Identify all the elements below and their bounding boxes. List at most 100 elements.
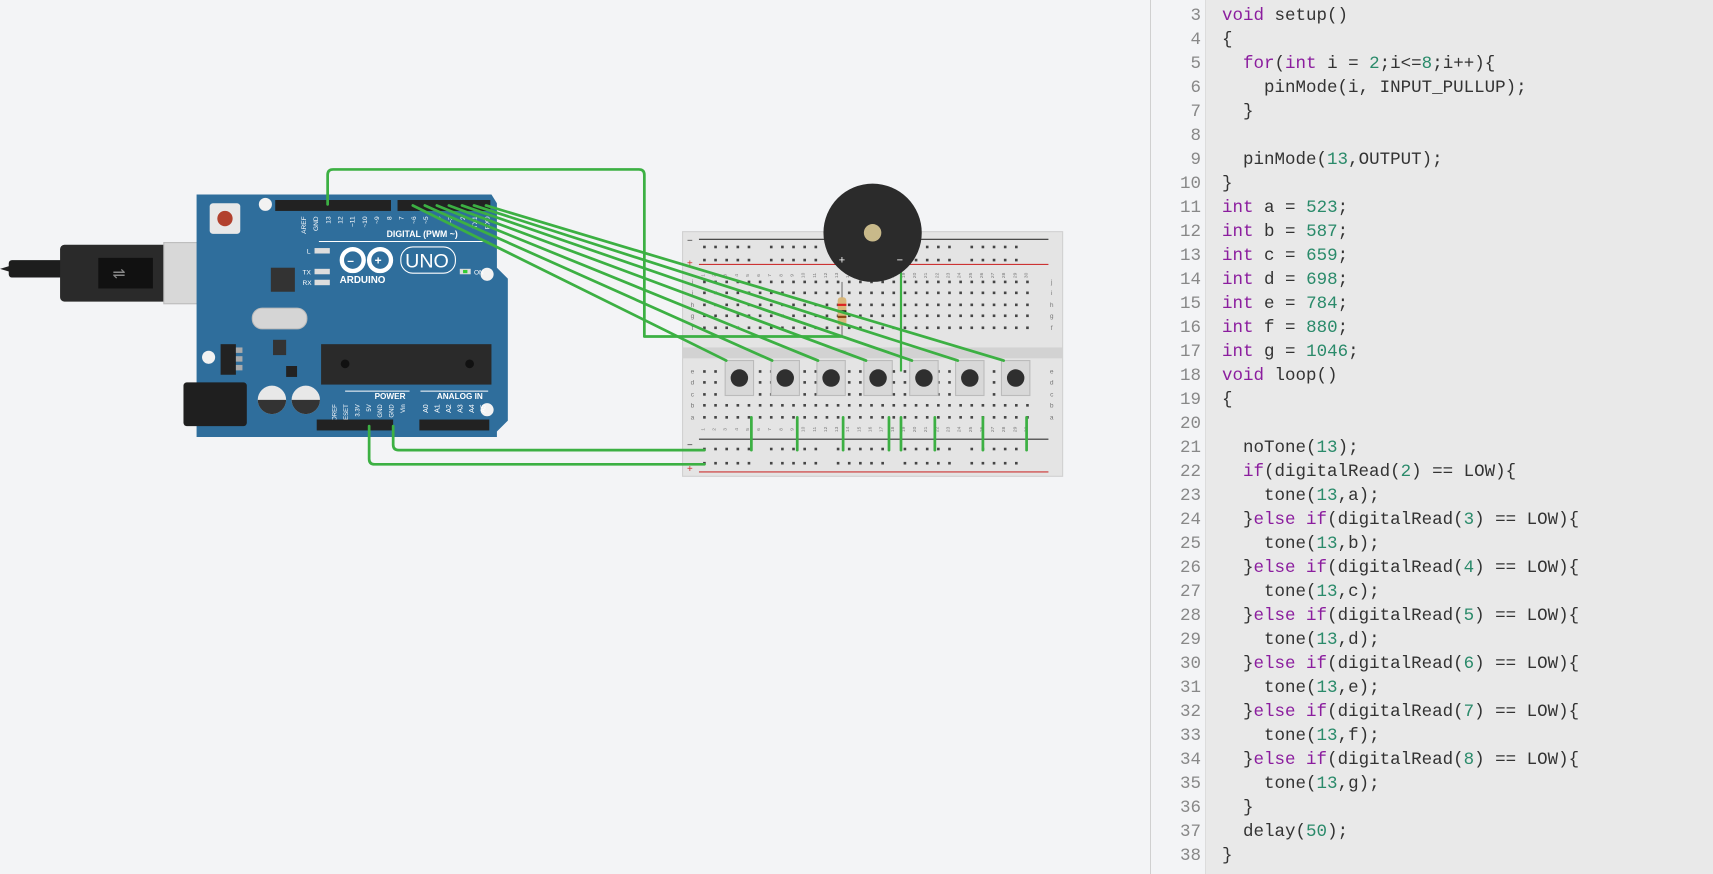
rail-hole[interactable]: [870, 447, 873, 451]
code-line[interactable]: 33 tone(13,f);: [1151, 724, 1713, 748]
breadboard-hole[interactable]: [803, 314, 806, 318]
code-line[interactable]: 3 void setup(): [1151, 4, 1713, 28]
breadboard-hole[interactable]: [836, 416, 840, 419]
breadboard-hole[interactable]: [836, 280, 840, 284]
breadboard-hole[interactable]: [992, 303, 996, 307]
breadboard-hole[interactable]: [870, 303, 873, 307]
rail-hole[interactable]: [1015, 258, 1018, 262]
rail-hole[interactable]: [781, 461, 784, 465]
breadboard-hole[interactable]: [1026, 314, 1029, 318]
code-line[interactable]: 9 pinMode(13,OUTPUT);: [1151, 148, 1713, 172]
breadboard-hole[interactable]: [992, 416, 996, 419]
breadboard-hole[interactable]: [847, 381, 851, 384]
breadboard-hole[interactable]: [959, 291, 962, 295]
breadboard-hole[interactable]: [970, 291, 974, 295]
rail-hole[interactable]: [769, 258, 773, 262]
breadboard-hole[interactable]: [836, 326, 840, 330]
code-line[interactable]: 23 tone(13,a);: [1151, 484, 1713, 508]
breadboard-hole[interactable]: [769, 404, 773, 407]
analog-header[interactable]: [419, 419, 490, 431]
code-editor[interactable]: 3 void setup() 4{5 for(int i = 2;i<=8;i++)…: [1150, 0, 1713, 874]
rail-hole[interactable]: [847, 461, 851, 465]
rail-hole[interactable]: [781, 258, 784, 262]
breadboard-hole[interactable]: [937, 326, 940, 330]
rail-hole[interactable]: [903, 461, 907, 465]
breadboard-hole[interactable]: [881, 291, 884, 295]
rail-hole[interactable]: [747, 245, 751, 249]
dc-jack[interactable]: [183, 382, 247, 427]
breadboard-hole[interactable]: [881, 314, 884, 318]
breadboard-hole[interactable]: [959, 404, 962, 407]
breadboard-hole[interactable]: [803, 393, 806, 396]
breadboard-hole[interactable]: [859, 303, 862, 307]
breadboard-hole[interactable]: [758, 326, 762, 330]
breadboard-hole[interactable]: [792, 280, 795, 284]
breadboard-hole[interactable]: [881, 416, 884, 419]
breadboard-hole[interactable]: [870, 404, 873, 407]
breadboard-hole[interactable]: [859, 280, 862, 284]
breadboard-hole[interactable]: [736, 303, 740, 307]
code-line[interactable]: 11 int a = 523;: [1151, 196, 1713, 220]
push-button[interactable]: [724, 360, 755, 397]
breadboard-hole[interactable]: [892, 404, 896, 407]
push-button[interactable]: [816, 360, 846, 397]
code-line[interactable]: 17 int g = 1046;: [1151, 340, 1713, 364]
breadboard-hole[interactable]: [792, 303, 795, 307]
rail-hole[interactable]: [948, 447, 951, 451]
breadboard-hole[interactable]: [992, 393, 996, 396]
rail-hole[interactable]: [1015, 447, 1018, 451]
breadboard-hole[interactable]: [769, 314, 773, 318]
rail-hole[interactable]: [859, 461, 862, 465]
breadboard-hole[interactable]: [892, 416, 896, 419]
breadboard-hole[interactable]: [1003, 291, 1007, 295]
rail-hole[interactable]: [792, 447, 795, 451]
rail-hole[interactable]: [814, 245, 818, 249]
breadboard-hole[interactable]: [1015, 280, 1018, 284]
breadboard-hole[interactable]: [970, 314, 974, 318]
rail-hole[interactable]: [703, 258, 706, 262]
rail-hole[interactable]: [970, 258, 974, 262]
breadboard-hole[interactable]: [792, 416, 795, 419]
breadboard-hole[interactable]: [703, 393, 706, 396]
breadboard-hole[interactable]: [714, 404, 717, 407]
breadboard-hole[interactable]: [758, 393, 762, 396]
breadboard-hole[interactable]: [914, 404, 918, 407]
breadboard-hole[interactable]: [825, 291, 829, 295]
push-button[interactable]: [955, 360, 985, 397]
breadboard-hole[interactable]: [781, 280, 784, 284]
breadboard-hole[interactable]: [792, 404, 795, 407]
rail-hole[interactable]: [792, 258, 795, 262]
code-line[interactable]: 31 tone(13,e);: [1151, 676, 1713, 700]
rail-hole[interactable]: [981, 258, 985, 262]
rail-hole[interactable]: [903, 447, 907, 451]
rail-hole[interactable]: [948, 461, 951, 465]
breadboard-hole[interactable]: [703, 381, 706, 384]
breadboard-hole[interactable]: [1026, 291, 1029, 295]
rail-hole[interactable]: [1003, 245, 1007, 249]
rail-hole[interactable]: [769, 447, 773, 451]
breadboard-hole[interactable]: [781, 416, 784, 419]
breadboard-hole[interactable]: [758, 303, 762, 307]
rail-hole[interactable]: [736, 447, 740, 451]
code-line[interactable]: 19 {: [1151, 388, 1713, 412]
rail-hole[interactable]: [981, 461, 985, 465]
breadboard-hole[interactable]: [825, 404, 829, 407]
breadboard-hole[interactable]: [959, 314, 962, 318]
rail-hole[interactable]: [970, 245, 974, 249]
rail-hole[interactable]: [992, 245, 996, 249]
breadboard-hole[interactable]: [914, 280, 918, 284]
code-line[interactable]: 5 for(int i = 2;i<=8;i++){: [1151, 52, 1713, 76]
breadboard-hole[interactable]: [959, 326, 962, 330]
breadboard-hole[interactable]: [758, 370, 762, 373]
rail-hole[interactable]: [937, 245, 940, 249]
breadboard-hole[interactable]: [959, 280, 962, 284]
arduino-uno-board[interactable]: AREF GND 13 12 ~11 ~10 ~9 8 7 ~6 ~5 4 ~3 2 TX1 RX0 DIGI…: [183, 194, 508, 437]
breadboard-hole[interactable]: [903, 393, 907, 396]
breadboard-hole[interactable]: [992, 326, 996, 330]
rail-hole[interactable]: [870, 461, 873, 465]
breadboard-hole[interactable]: [892, 381, 896, 384]
breadboard-hole[interactable]: [903, 303, 907, 307]
rail-hole[interactable]: [1015, 461, 1018, 465]
breadboard-hole[interactable]: [803, 416, 806, 419]
breadboard-hole[interactable]: [714, 381, 717, 384]
